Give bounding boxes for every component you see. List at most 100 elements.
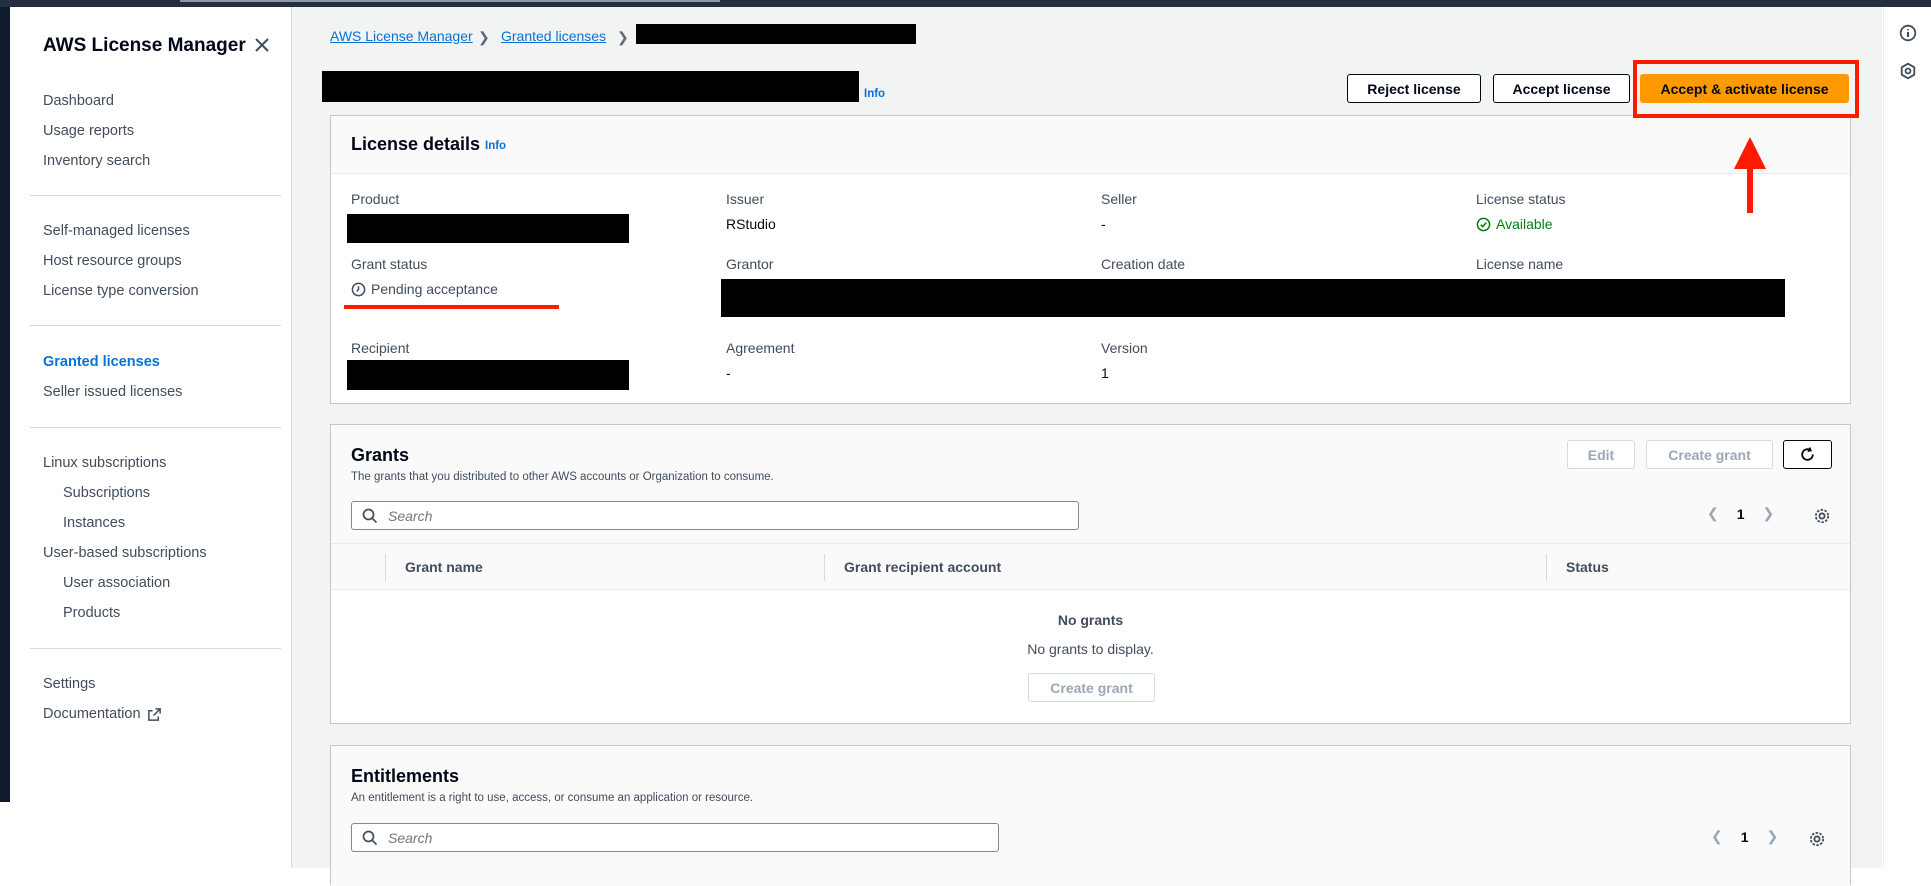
accept-license-button[interactable]: Accept license (1493, 74, 1630, 103)
seller-value: - (1101, 216, 1106, 232)
sidebar-title: AWS License Manager (43, 35, 246, 56)
redacted-product-value (347, 214, 629, 243)
create-grant-button[interactable]: Create grant (1646, 440, 1773, 469)
close-icon[interactable] (250, 33, 274, 57)
redacted-license-id (636, 24, 916, 44)
license-status-text: Available (1496, 216, 1553, 232)
entitlements-description: An entitlement is a right to use, access… (351, 792, 754, 804)
search-icon (362, 830, 378, 845)
settings-hex-icon[interactable] (1896, 59, 1920, 83)
sidebar-item-host-resource-groups[interactable]: Host resource groups (43, 253, 182, 269)
grants-page-number[interactable]: 1 (1737, 506, 1745, 522)
chevron-right-icon[interactable]: ❯ (1767, 828, 1779, 845)
sidebar-item-instances[interactable]: Instances (63, 515, 125, 531)
entitlements-page-number[interactable]: 1 (1741, 829, 1749, 845)
agreement-value: - (726, 365, 731, 381)
chevron-right-icon: ❯ (617, 29, 629, 45)
grants-empty-description: No grants to display. (1027, 641, 1154, 657)
chevron-right-icon[interactable]: ❯ (1763, 505, 1775, 522)
version-value: 1 (1101, 365, 1109, 381)
sidebar-divider (30, 427, 281, 428)
annotation-arrow-icon (1734, 137, 1766, 213)
grants-panel: Grants The grants that you distributed t… (330, 424, 1851, 724)
search-icon (362, 508, 378, 523)
gear-icon (1809, 831, 1825, 847)
edit-button[interactable]: Edit (1567, 440, 1635, 469)
grants-search[interactable] (351, 501, 1079, 530)
external-link-icon (147, 707, 161, 721)
entitlements-search[interactable] (351, 823, 999, 852)
grants-title: Grants (351, 445, 410, 465)
annotation-underline (344, 305, 559, 309)
license-details-title: License details (351, 134, 481, 154)
grants-pagination: ❮ 1 ❯ (1707, 505, 1774, 522)
grantor-label: Grantor (726, 256, 774, 272)
column-grant-recipient-account[interactable]: Grant recipient account (844, 559, 1001, 575)
grant-status-value: Pending acceptance (351, 281, 498, 297)
redacted-page-title (322, 71, 859, 102)
entitlements-title: Entitlements (351, 766, 460, 786)
recipient-label: Recipient (351, 340, 410, 356)
info-icon[interactable] (1896, 21, 1920, 45)
chevron-left-icon[interactable]: ❮ (1711, 828, 1723, 845)
issuer-value: RStudio (726, 216, 776, 232)
sidebar-item-products[interactable]: Products (63, 605, 120, 621)
entitlements-search-input[interactable] (386, 828, 963, 847)
sidebar-item-seller-issued-licenses[interactable]: Seller issued licenses (43, 384, 182, 400)
sidebar-item-subscriptions[interactable]: Subscriptions (63, 485, 150, 501)
column-divider (1546, 554, 1547, 581)
sidebar-item-self-managed-licenses[interactable]: Self-managed licenses (43, 223, 190, 239)
sidebar-item-settings[interactable]: Settings (43, 676, 95, 692)
grants-search-input[interactable] (386, 506, 1035, 525)
column-grant-name[interactable]: Grant name (405, 559, 483, 575)
annotation-highlight-box (1633, 60, 1859, 118)
grant-status-label: Grant status (351, 256, 428, 272)
window-edge (0, 7, 10, 802)
sidebar-item-user-association[interactable]: User association (63, 575, 170, 591)
sidebar-divider (30, 648, 281, 649)
entitlements-settings[interactable] (1805, 827, 1829, 851)
grants-description: The grants that you distributed to other… (351, 471, 774, 483)
issuer-label: Issuer (726, 191, 765, 207)
sidebar-item-license-type-conversion[interactable]: License type conversion (43, 283, 199, 299)
license-status-label: License status (1476, 191, 1566, 207)
version-label: Version (1101, 340, 1148, 356)
breadcrumb-home[interactable]: AWS License Manager (330, 28, 473, 44)
license-status-value: Available (1476, 216, 1553, 232)
seller-label: Seller (1101, 191, 1137, 207)
reject-license-button[interactable]: Reject license (1347, 74, 1481, 103)
refresh-button[interactable] (1783, 440, 1832, 469)
column-status[interactable]: Status (1566, 559, 1609, 575)
entitlements-pagination: ❮ 1 ❯ (1711, 828, 1778, 845)
clock-icon (351, 282, 366, 296)
license-details-info-link[interactable]: Info (485, 140, 506, 152)
column-divider (385, 554, 386, 581)
top-bar-highlight (180, 0, 720, 2)
empty-create-grant-button[interactable]: Create grant (1028, 673, 1155, 702)
creation-date-label: Creation date (1101, 256, 1186, 272)
right-utility-rail (1883, 7, 1931, 868)
page-info-link[interactable]: Info (864, 88, 885, 100)
sidebar-item-usage-reports[interactable]: Usage reports (43, 123, 134, 139)
entitlements-header: Entitlements An entitlement is a right t… (331, 746, 1850, 886)
chevron-right-icon: ❯ (478, 29, 490, 45)
sidebar-item-user-based-subscriptions[interactable]: User-based subscriptions (43, 545, 207, 561)
sidebar-item-granted-licenses[interactable]: Granted licenses (43, 354, 160, 370)
agreement-label: Agreement (726, 340, 795, 356)
grants-empty-title: No grants (1057, 612, 1124, 628)
sidebar-divider (30, 325, 281, 326)
chevron-left-icon[interactable]: ❮ (1707, 505, 1719, 522)
sidebar: AWS License Manager Dashboard Usage repo… (10, 7, 292, 868)
sidebar-item-dashboard[interactable]: Dashboard (43, 93, 114, 109)
grants-settings[interactable] (1810, 504, 1834, 528)
license-details-panel: License details Info Product Issuer RStu… (330, 115, 1851, 404)
entitlements-panel: Entitlements An entitlement is a right t… (330, 745, 1851, 886)
sidebar-item-documentation[interactable]: Documentation (43, 706, 162, 722)
column-divider (824, 554, 825, 581)
sidebar-item-label: Documentation (43, 706, 141, 722)
product-label: Product (351, 191, 400, 207)
license-name-label: License name (1476, 256, 1564, 272)
sidebar-item-linux-subscriptions[interactable]: Linux subscriptions (43, 455, 166, 471)
breadcrumb-granted-licenses[interactable]: Granted licenses (501, 28, 606, 44)
sidebar-item-inventory-search[interactable]: Inventory search (43, 153, 150, 169)
